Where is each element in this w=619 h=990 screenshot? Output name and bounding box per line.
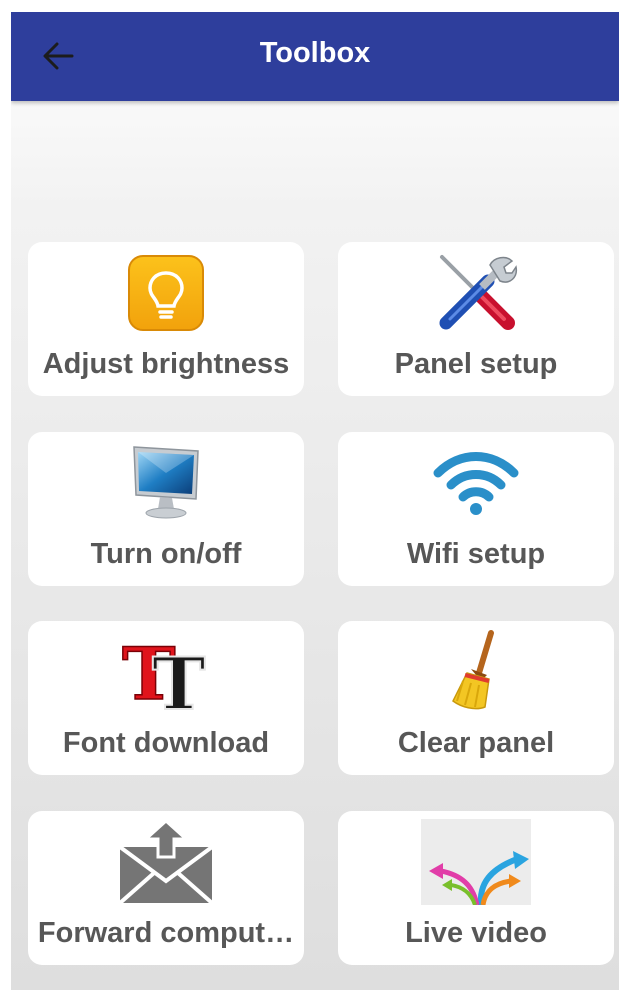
tile-icon-wrap: T T — [111, 629, 221, 715]
broom-icon — [452, 630, 494, 710]
tile-font-download[interactable]: T T Font download — [28, 621, 304, 775]
wifi-icon — [433, 452, 519, 515]
arrow-left-icon — [43, 42, 74, 70]
tile-label: Forward comput… — [37, 917, 295, 949]
tile-adjust-brightness[interactable]: Adjust brightness — [28, 242, 304, 396]
tile-label: Live video — [405, 917, 547, 949]
tile-panel-setup[interactable]: Panel setup — [338, 242, 614, 396]
tile-label: Turn on/off — [90, 538, 242, 570]
tile-live-video[interactable]: Live video — [338, 811, 614, 965]
mail-forward-icon — [118, 819, 214, 905]
tile-forward-computer[interactable]: Forward comput… — [28, 811, 304, 965]
tile-wifi-setup[interactable]: Wifi setup — [338, 432, 614, 586]
page-title: Toolbox — [259, 37, 371, 69]
tile-icon-wrap — [421, 440, 531, 526]
back-button[interactable] — [35, 34, 81, 78]
tile-label: Font download — [62, 727, 270, 759]
tile-label: Panel setup — [394, 348, 558, 380]
tools-icon — [439, 255, 518, 330]
font-icon: T T — [121, 630, 206, 715]
toolbox-screen: Toolbox Adjust brightness Panel setup Tu… — [11, 12, 619, 990]
tile-icon-wrap — [421, 250, 531, 336]
tile-label: Clear panel — [397, 727, 555, 759]
tile-icon-wrap — [421, 819, 531, 905]
tile-turn-on-off[interactable]: Turn on/off — [28, 432, 304, 586]
app-bar: Toolbox — [11, 12, 619, 101]
tile-icon-wrap — [111, 819, 221, 905]
monitor-icon — [133, 446, 199, 519]
svg-text:T: T — [152, 641, 206, 715]
tile-icon-wrap — [111, 440, 221, 526]
tile-icon-wrap — [111, 250, 221, 336]
arrows-icon — [421, 819, 531, 905]
tile-clear-panel[interactable]: Clear panel — [338, 621, 614, 775]
tile-icon-wrap — [421, 629, 531, 715]
tile-label: Wifi setup — [406, 538, 546, 570]
tile-label: Adjust brightness — [42, 348, 290, 380]
lightbulb-icon — [128, 255, 204, 331]
